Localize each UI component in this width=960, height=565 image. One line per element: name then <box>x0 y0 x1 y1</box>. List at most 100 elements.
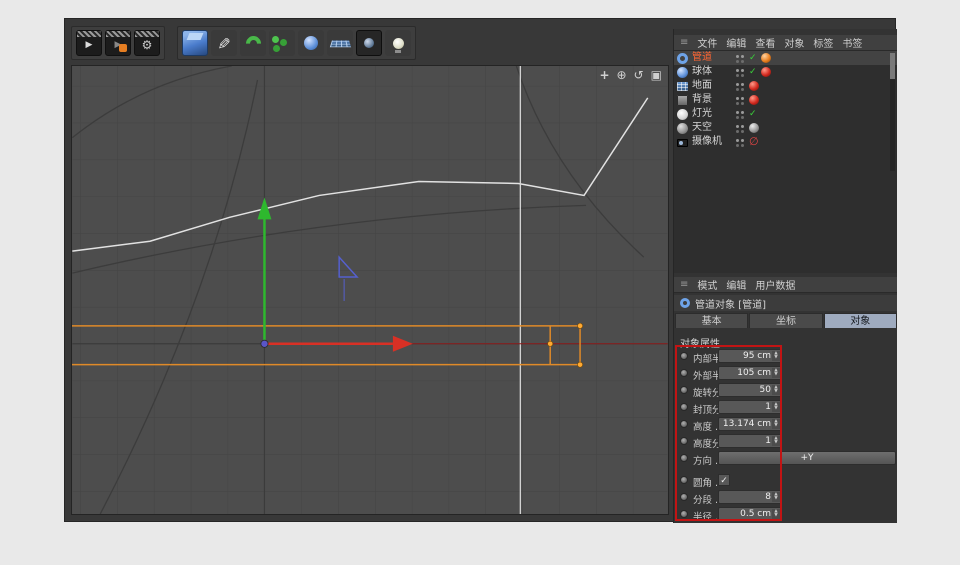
key-radio-icon[interactable] <box>680 437 688 445</box>
spinner-icon[interactable] <box>772 351 780 361</box>
panel-grip-icon[interactable] <box>680 37 688 48</box>
key-radio-icon[interactable] <box>680 510 688 518</box>
visibility-dots-icon[interactable] <box>736 55 739 58</box>
object-row-camera[interactable]: 摄像机 <box>674 135 897 149</box>
handle-bottom-right[interactable] <box>577 362 582 367</box>
spinner-icon[interactable] <box>772 368 780 378</box>
fillet-checkbox[interactable]: ✓ <box>718 474 730 486</box>
cube-primitive-icon[interactable] <box>182 30 208 56</box>
visibility-dots-icon[interactable] <box>736 69 739 72</box>
object-origin-point[interactable] <box>261 340 268 347</box>
segments-field[interactable]: 8 <box>718 490 782 504</box>
object-label: 摄像机 <box>692 135 722 149</box>
key-radio-icon[interactable] <box>680 454 688 462</box>
tab-coordinates[interactable]: 坐标 <box>749 313 822 328</box>
rotate-icon[interactable] <box>634 68 644 82</box>
tube-object-icon <box>680 298 690 308</box>
object-toggles <box>736 79 759 93</box>
menu-userdata[interactable]: 用户数据 <box>755 277 795 292</box>
spinner-icon[interactable] <box>772 385 780 395</box>
inner-radius-field[interactable]: 95 cm <box>718 349 782 363</box>
menu-mode[interactable]: 模式 <box>697 277 717 292</box>
sky-object-icon <box>677 123 688 134</box>
object-row-floor[interactable]: 地面 <box>674 79 897 93</box>
material-thumbnail[interactable] <box>749 81 759 91</box>
menu-edit[interactable]: 编辑 <box>726 277 746 292</box>
field-value: 50 <box>760 385 771 395</box>
menu-objects[interactable]: 对象 <box>784 35 804 50</box>
light-object-icon[interactable] <box>385 30 411 56</box>
height-field[interactable]: 13.174 cm <box>718 417 782 431</box>
floor-object-icon[interactable] <box>327 30 353 56</box>
rotation-segments-field[interactable]: 50 <box>718 383 782 397</box>
array-generator-icon[interactable] <box>269 30 295 56</box>
viewport[interactable] <box>71 65 669 515</box>
object-label: 球体 <box>692 65 712 79</box>
object-list-scrollbar[interactable] <box>890 53 895 171</box>
handle-inner-radius[interactable] <box>548 341 553 346</box>
spinner-icon[interactable] <box>772 419 780 429</box>
object-row-background[interactable]: 背景 <box>674 93 897 107</box>
visibility-dots-icon[interactable] <box>736 97 739 100</box>
visibility-dots-icon[interactable] <box>736 139 739 142</box>
object-properties-rows: 内部半径 95 cm 外部半径 105 cm 旋转分段 <box>678 349 894 524</box>
spinner-icon[interactable] <box>772 509 780 519</box>
enabled-check-icon[interactable] <box>749 65 757 79</box>
camera-object-icon[interactable] <box>356 30 382 56</box>
menu-file[interactable]: 文件 <box>697 35 717 50</box>
key-radio-icon[interactable] <box>680 352 688 360</box>
render-settings-icon[interactable] <box>134 30 160 56</box>
zoom-icon[interactable] <box>617 68 627 82</box>
material-thumbnail[interactable] <box>749 95 759 105</box>
spinner-icon[interactable] <box>772 436 780 446</box>
height-segments-field[interactable]: 1 <box>718 434 782 448</box>
menu-edit[interactable]: 编辑 <box>726 35 746 50</box>
object-label: 管道 <box>692 51 712 65</box>
bend-deformer-icon[interactable] <box>240 30 266 56</box>
pen-spline-icon[interactable] <box>211 30 237 56</box>
render-view-icon[interactable] <box>76 30 102 56</box>
pan-icon[interactable] <box>599 68 609 82</box>
field-value: 13.174 cm <box>723 419 771 429</box>
menu-bookmarks[interactable]: 书签 <box>842 35 862 50</box>
key-radio-icon[interactable] <box>680 403 688 411</box>
object-toggles <box>736 51 771 65</box>
key-radio-icon[interactable] <box>680 369 688 377</box>
orientation-dropdown[interactable]: +Y <box>718 451 896 465</box>
key-radio-icon[interactable] <box>680 476 688 484</box>
viewport-canvas[interactable] <box>72 66 668 514</box>
enabled-check-icon[interactable] <box>749 107 757 121</box>
panel-grip-icon[interactable] <box>680 279 688 290</box>
visibility-dots-icon[interactable] <box>736 83 739 86</box>
outer-radius-field[interactable]: 105 cm <box>718 366 782 380</box>
menu-tags[interactable]: 标签 <box>813 35 833 50</box>
render-to-picture-icon[interactable] <box>105 30 131 56</box>
object-row-light[interactable]: 灯光 <box>674 107 897 121</box>
object-row-sphere[interactable]: 球体 <box>674 65 897 79</box>
material-thumbnail[interactable] <box>761 53 771 63</box>
object-row-tube[interactable]: 管道 <box>674 51 897 65</box>
spinner-icon[interactable] <box>772 492 780 502</box>
key-radio-icon[interactable] <box>680 493 688 501</box>
key-radio-icon[interactable] <box>680 420 688 428</box>
metaball-icon[interactable] <box>298 30 324 56</box>
maximize-view-icon[interactable] <box>651 68 662 82</box>
tab-basic[interactable]: 基本 <box>675 313 748 328</box>
radius-field[interactable]: 0.5 cm <box>718 507 782 521</box>
material-thumbnail[interactable] <box>761 67 771 77</box>
spinner-icon[interactable] <box>772 402 780 412</box>
key-radio-icon[interactable] <box>680 386 688 394</box>
visibility-dots-icon[interactable] <box>736 111 739 114</box>
screenshot-stage: 文件 编辑 查看 对象 标签 书签 管道 <box>0 0 960 565</box>
tab-object[interactable]: 对象 <box>824 313 897 328</box>
cap-segments-field[interactable]: 1 <box>718 400 782 414</box>
object-row-sky[interactable]: 天空 <box>674 121 897 135</box>
blocked-icon[interactable] <box>749 135 759 149</box>
visibility-dots-icon[interactable] <box>736 125 739 128</box>
material-thumbnail[interactable] <box>749 123 759 133</box>
scrollbar-thumb[interactable] <box>890 53 895 79</box>
enabled-check-icon[interactable] <box>749 51 757 65</box>
menu-view[interactable]: 查看 <box>755 35 775 50</box>
handle-top-right[interactable] <box>577 323 582 328</box>
main-toolbar <box>71 23 428 63</box>
